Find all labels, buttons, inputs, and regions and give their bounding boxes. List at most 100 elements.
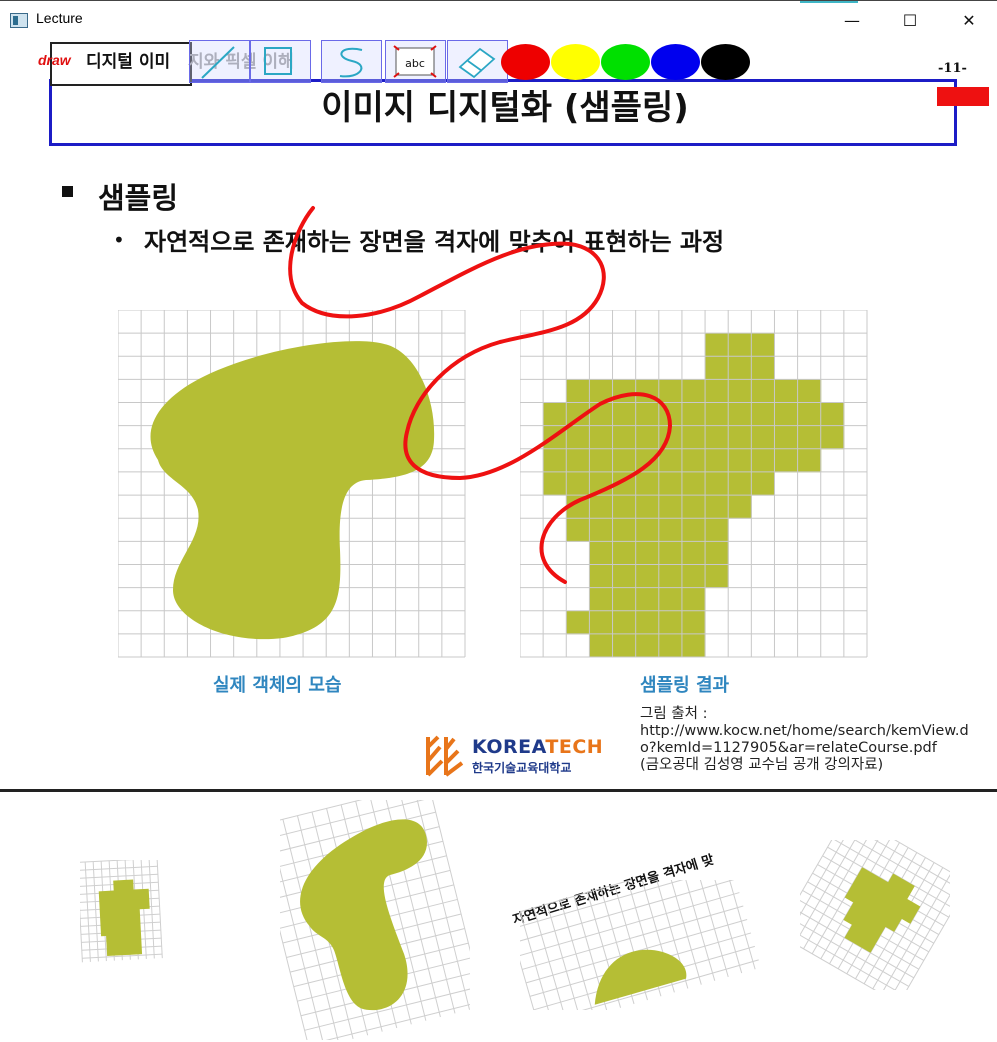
sampled-cell — [797, 425, 822, 450]
sampled-cell — [797, 379, 822, 404]
real-object-shape — [150, 341, 435, 640]
heading-bullet — [62, 186, 73, 197]
sampled-cell — [612, 379, 637, 404]
sampled-cell — [774, 402, 799, 427]
sampled-result-figure — [520, 310, 868, 658]
sampled-cell — [612, 471, 637, 496]
app-icon — [10, 13, 28, 28]
sampled-cell — [658, 471, 683, 496]
rectangle-tool-button[interactable] — [250, 40, 311, 83]
real-object-figure — [118, 310, 466, 658]
sub-bullet: • — [113, 228, 125, 252]
sampled-cell — [543, 471, 567, 496]
line-tool-icon — [201, 46, 235, 79]
sampled-cell — [728, 471, 752, 496]
minimize-button[interactable]: — — [824, 1, 880, 39]
maximize-icon: ☐ — [902, 10, 918, 30]
sampled-cell — [543, 448, 567, 473]
text-tool-button[interactable]: abc — [385, 40, 446, 83]
sampled-cell — [589, 402, 614, 427]
sampled-cell — [589, 425, 614, 450]
sampled-cell — [681, 495, 706, 519]
sampled-cell — [681, 587, 706, 612]
sampled-cell — [658, 587, 683, 612]
sampled-cell — [612, 587, 637, 612]
window-titlebar: Lecture — ☐ ✕ — [0, 0, 997, 39]
sampled-cell — [681, 633, 706, 658]
sampled-cell — [728, 495, 752, 519]
eraser-tool-icon — [458, 47, 496, 79]
text-tool-label: abc — [405, 57, 425, 70]
sampled-cell — [705, 425, 729, 450]
sampled-cell — [589, 610, 614, 635]
sampled-cell — [751, 379, 775, 404]
freehand-tool-button[interactable] — [321, 40, 382, 83]
eraser-tool-button[interactable] — [447, 40, 508, 83]
logo-name: KOREATECH — [472, 736, 603, 758]
sampled-cell — [751, 356, 775, 380]
rotated-object-thumbnail — [280, 800, 470, 1040]
sampled-cell — [635, 564, 660, 589]
sampled-cell — [820, 402, 845, 427]
sampled-cell — [589, 448, 614, 473]
sampled-cell — [589, 379, 614, 404]
sampled-cell — [635, 425, 660, 450]
sampled-cell — [705, 541, 729, 565]
sampled-cell — [705, 495, 729, 519]
sampled-cell — [705, 518, 729, 542]
sampled-cell — [728, 379, 752, 404]
sampled-cell — [705, 448, 729, 473]
sampled-cell — [705, 333, 729, 357]
cropped-object-thumbnail — [520, 880, 759, 1010]
source-url[interactable]: http://www.kocw.net/home/search/kemView.… — [640, 723, 985, 757]
sampled-cell — [681, 402, 706, 427]
sampled-cell — [751, 333, 775, 357]
color-yellow-swatch[interactable] — [551, 44, 600, 80]
sampled-cell — [797, 448, 822, 473]
bullet-text: 자연적으로 존재하는 장면을 격자에 맞추어 표현하는 과정 — [144, 228, 725, 256]
sampled-cell — [751, 402, 775, 427]
logo-name-tech: TECH — [545, 736, 604, 758]
sampled-cell — [658, 633, 683, 658]
sampled-cell — [658, 425, 683, 450]
sampled-cell — [681, 471, 706, 496]
sampled-cell — [612, 518, 637, 542]
sampled-cell — [751, 425, 775, 450]
koreatech-logo-icon — [426, 735, 464, 777]
sampled-cell — [612, 610, 637, 635]
sampled-cell — [635, 402, 660, 427]
color-green-swatch[interactable] — [601, 44, 650, 80]
sampled-cell — [635, 610, 660, 635]
sampled-cell — [820, 425, 845, 450]
sampled-cell — [612, 495, 637, 519]
sampled-cell — [566, 518, 590, 542]
sampled-cell — [751, 448, 775, 473]
sampled-cell — [543, 402, 567, 427]
slide-title: 이미지 디지털화 (샘플링) — [321, 88, 689, 128]
color-blue-swatch[interactable] — [651, 44, 700, 80]
sampled-cell — [681, 448, 706, 473]
color-red-swatch[interactable] — [501, 44, 550, 80]
window-title: Lecture — [36, 10, 83, 26]
sampled-cell — [566, 471, 590, 496]
logo-subtitle: 한국기술교육대학교 — [472, 761, 572, 775]
sampled-cell — [589, 587, 614, 612]
sampled-cell — [774, 448, 799, 473]
sampled-cell — [728, 402, 752, 427]
sampled-cell — [566, 402, 590, 427]
sampled-cell — [681, 518, 706, 542]
sampled-cell — [658, 495, 683, 519]
sampled-cell — [612, 564, 637, 589]
close-button[interactable]: ✕ — [941, 1, 997, 39]
maximize-button[interactable]: ☐ — [882, 1, 938, 39]
line-tool-button[interactable] — [189, 40, 250, 83]
color-black-swatch[interactable] — [701, 44, 750, 80]
source-label: 그림 출처 : — [640, 706, 708, 722]
logo-name-korea: KOREA — [472, 736, 546, 758]
sampled-cell — [543, 425, 567, 450]
caption-sampled-result: 샘플링 결과 — [640, 675, 730, 696]
sampled-cell — [658, 564, 683, 589]
sampled-cell — [681, 541, 706, 565]
source-note: (금오공대 김성영 교수님 공개 강의자료) — [640, 757, 884, 773]
sampled-cell — [705, 379, 729, 404]
